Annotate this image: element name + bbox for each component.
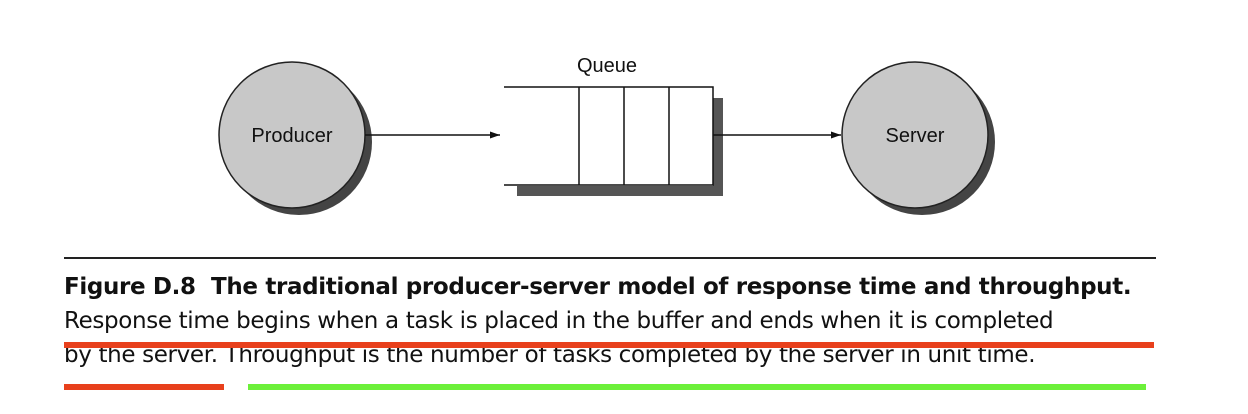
- queue-label: Queue: [577, 55, 637, 77]
- highlight-red-line-2: [64, 342, 1154, 348]
- producer-server-diagram: Producer Queue Server: [218, 55, 995, 215]
- caption-line-2: Response time begins when a task is plac…: [64, 308, 1054, 334]
- figure-number: Figure D.8: [64, 274, 196, 300]
- caption-rule: [64, 257, 1156, 259]
- highlight-green-line-3: [248, 384, 1146, 390]
- caption-title: The traditional producer-server model of…: [211, 274, 1132, 300]
- server-node: Server: [841, 61, 995, 215]
- figure-caption: Figure D.8 The traditional producer-serv…: [64, 270, 1164, 372]
- queue-body: [504, 87, 713, 186]
- producer-label: Producer: [251, 125, 332, 147]
- highlight-red-line-3: [64, 384, 224, 390]
- server-label: Server: [886, 125, 945, 147]
- caption-title-line: Figure D.8 The traditional producer-serv…: [64, 270, 1164, 304]
- queue-buffer: [504, 86, 723, 196]
- producer-node: Producer: [218, 61, 372, 215]
